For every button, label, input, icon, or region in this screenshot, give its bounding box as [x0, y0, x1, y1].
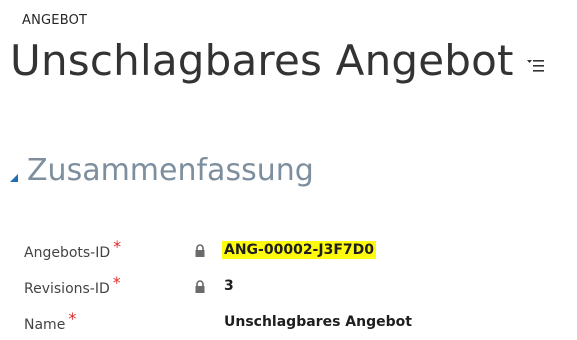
lock-icon: [193, 243, 207, 257]
field-row-revision-id: Revisions-ID * 3: [0, 273, 577, 298]
section-title: Zusammenfassung: [27, 153, 314, 188]
field-label-revision-id: Revisions-ID *: [24, 273, 121, 297]
field-value-revision-id[interactable]: 3: [222, 277, 236, 295]
field-label-text: Revisions-ID: [24, 281, 110, 297]
collapse-triangle-icon[interactable]: [9, 168, 19, 182]
section-header-summary[interactable]: Zusammenfassung: [9, 153, 314, 189]
field-label-quote-id: Angebots-ID *: [24, 237, 121, 261]
field-value-name[interactable]: Unschlagbares Angebot: [222, 313, 414, 331]
lock-icon: [193, 279, 207, 293]
record-title: Unschlagbares Angebot: [10, 36, 514, 85]
record-title-row: Unschlagbares Angebot: [10, 36, 545, 86]
required-indicator: *: [68, 309, 77, 328]
field-label-name: Name *: [24, 309, 76, 333]
list-menu-icon[interactable]: [526, 58, 545, 74]
field-row-quote-id: Angebots-ID * ANG-00002-J3F7D0: [0, 237, 577, 262]
field-value-quote-id[interactable]: ANG-00002-J3F7D0: [222, 241, 376, 259]
field-row-name: Name * Unschlagbares Angebot: [0, 309, 577, 334]
field-label-text: Name: [24, 317, 66, 333]
entity-type-label: ANGEBOT: [22, 13, 88, 28]
field-label-text: Angebots-ID: [24, 245, 111, 261]
required-indicator: *: [113, 237, 122, 256]
required-indicator: *: [112, 273, 121, 292]
